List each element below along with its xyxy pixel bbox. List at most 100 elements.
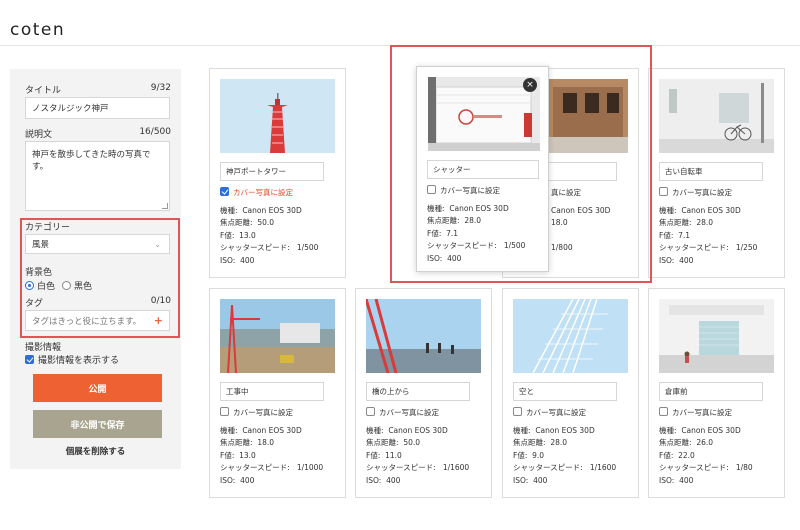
exif-info: 機種: Canon EOS 30D 焦点距離: 26.0 F値: 22.0 シャ… [659, 425, 753, 487]
description-textarea[interactable]: 神戸を散歩してきた時の写真です。 [25, 141, 170, 211]
title-input[interactable]: ノスタルジック神戸 [25, 97, 170, 119]
photo-title-input[interactable]: 工事中 [220, 382, 324, 401]
exif-label: 撮影情報 [25, 343, 62, 353]
photo-card[interactable]: 神戸ポートタワー カバー写真に設定 機種: Canon EOS 30D 焦点距離… [209, 68, 346, 278]
publish-button[interactable]: 公開 [33, 374, 162, 402]
photo-card[interactable]: 工事中 カバー写真に設定 機種: Canon EOS 30D 焦点距離: 18.… [209, 288, 346, 498]
focal-label: 焦点距離: [366, 438, 399, 448]
photo-thumbnail[interactable] [220, 79, 335, 153]
checkbox-icon [659, 187, 668, 196]
iso-row: ISO: 400 [220, 255, 318, 267]
shutter-value: 1/1600 [442, 463, 470, 473]
fnum-value: 13.0 [239, 450, 256, 460]
camera-label: 機種: [659, 426, 677, 435]
exif-info: 機種: Canon EOS 30D 焦点距離: 28.0 F値: 9.0 シャッ… [513, 425, 616, 487]
sky-image [513, 299, 628, 373]
focal-value: 28.0 [550, 438, 568, 448]
camera-row: 機種: Canon EOS 30D [366, 425, 469, 437]
shutter-row: シャッタースピード: 1/1000 [220, 462, 323, 474]
iso-value: 400 [679, 255, 694, 265]
camera-value: Canon EOS 30D [535, 426, 595, 435]
photo-thumbnail[interactable] [659, 79, 774, 153]
focal-value: 50.0 [403, 438, 421, 448]
set-cover-checkbox[interactable]: カバー写真に設定 [659, 407, 732, 418]
set-cover-checkbox[interactable]: カバー写真に設定 [513, 407, 586, 418]
focal-value: 50.0 [257, 218, 275, 228]
focal-value: 26.0 [696, 438, 714, 448]
photo-title-input[interactable]: 橋の上から [366, 382, 470, 401]
set-cover-checkbox[interactable]: カバー写真に設定 [220, 407, 293, 418]
shutter-label: シャッタースピード: [659, 463, 729, 473]
photo-card[interactable]: 空と カバー写真に設定 機種: Canon EOS 30D 焦点距離: 28.0… [502, 288, 639, 498]
focal-row: 焦点距離: 28.0 [513, 437, 616, 449]
camera-row: 機種: Canon EOS 30D [220, 205, 318, 217]
warehouse-image [659, 299, 774, 373]
description-label: 説明文 [25, 130, 53, 140]
fnum-value: 22.0 [678, 450, 695, 460]
set-cover-checkbox[interactable]: カバー写真に設定 [220, 187, 293, 198]
save-private-button[interactable]: 非公開で保存 [33, 410, 162, 438]
shutter-row: シャッタースピード: 1/80 [659, 462, 753, 474]
checkbox-icon [366, 407, 375, 416]
fnum-row: F値: 13.0 [220, 230, 318, 242]
title-char-count: 9/32 [150, 83, 171, 93]
set-cover-checkbox[interactable]: カバー写真に設定 [366, 407, 439, 418]
shutter-label: シャッタースピード: [220, 243, 290, 253]
iso-label: ISO: [220, 475, 236, 485]
iso-value: 400 [240, 475, 255, 485]
shutter-row: シャッタースピード: 1/250 [659, 242, 757, 254]
photo-card[interactable]: 古い自転車 カバー写真に設定 機種: Canon EOS 30D 焦点距離: 2… [648, 68, 785, 278]
construction-image [220, 299, 335, 373]
shutter-value: 1/80 [735, 463, 753, 473]
bridge-view-image [366, 299, 481, 373]
photo-thumbnail[interactable] [659, 299, 774, 373]
title-label: タイトル [25, 86, 62, 96]
camera-row: 機種: Canon EOS 30D [659, 205, 757, 217]
fnum-value: 11.0 [385, 450, 402, 460]
iso-value: 400 [240, 255, 255, 265]
focal-label: 焦点距離: [220, 438, 253, 448]
fnum-row: F値: 7.1 [659, 230, 757, 242]
iso-row: ISO: 400 [659, 475, 753, 487]
camera-value: Canon EOS 30D [242, 206, 302, 215]
iso-value: 400 [679, 475, 694, 485]
checkbox-checked-icon [220, 187, 229, 196]
fnum-label: F値: [220, 230, 235, 240]
photo-title-input[interactable]: 古い自転車 [659, 162, 763, 181]
camera-value: Canon EOS 30D [242, 426, 302, 435]
shutter-label: シャッタースピード: [659, 243, 729, 253]
iso-row: ISO: 400 [659, 255, 757, 267]
camera-row: 機種: Canon EOS 30D [659, 425, 753, 437]
cover-label: カバー写真に設定 [379, 408, 439, 417]
photo-card[interactable]: 橋の上から カバー写真に設定 機種: Canon EOS 30D 焦点距離: 5… [355, 288, 492, 498]
iso-label: ISO: [659, 475, 675, 485]
shutter-label: シャッタースピード: [513, 463, 583, 473]
iso-label: ISO: [220, 255, 236, 265]
delete-exhibition-link[interactable]: 個展を削除する [10, 445, 181, 457]
fnum-row: F値: 9.0 [513, 450, 616, 462]
photo-title-input[interactable]: 倉庫前 [659, 382, 763, 401]
photo-thumbnail[interactable] [513, 299, 628, 373]
shutter-value: 1/1600 [589, 463, 617, 473]
focal-value: 28.0 [696, 218, 714, 228]
resize-handle[interactable] [162, 203, 168, 209]
iso-row: ISO: 400 [513, 475, 616, 487]
photo-card[interactable]: 倉庫前 カバー写真に設定 機種: Canon EOS 30D 焦点距離: 26.… [648, 288, 785, 498]
photo-thumbnail[interactable] [366, 299, 481, 373]
photo-title-input[interactable]: 空と [513, 382, 617, 401]
focal-label: 焦点距離: [659, 218, 692, 228]
iso-label: ISO: [366, 475, 382, 485]
camera-label: 機種: [220, 426, 238, 435]
set-cover-checkbox[interactable]: カバー写真に設定 [659, 187, 732, 198]
shutter-value: 1/500 [296, 243, 319, 253]
camera-value: Canon EOS 30D [388, 426, 448, 435]
iso-value: 400 [533, 475, 548, 485]
checkbox-icon [513, 407, 522, 416]
camera-value: Canon EOS 30D [681, 426, 741, 435]
show-exif-checkbox[interactable]: 撮影情報を表示する [25, 353, 119, 366]
photo-title-input[interactable]: 神戸ポートタワー [220, 162, 324, 181]
app-logo[interactable]: coten [10, 20, 65, 40]
shutter-label: シャッタースピード: [220, 463, 290, 473]
checkbox-checked-icon [25, 355, 34, 364]
photo-thumbnail[interactable] [220, 299, 335, 373]
